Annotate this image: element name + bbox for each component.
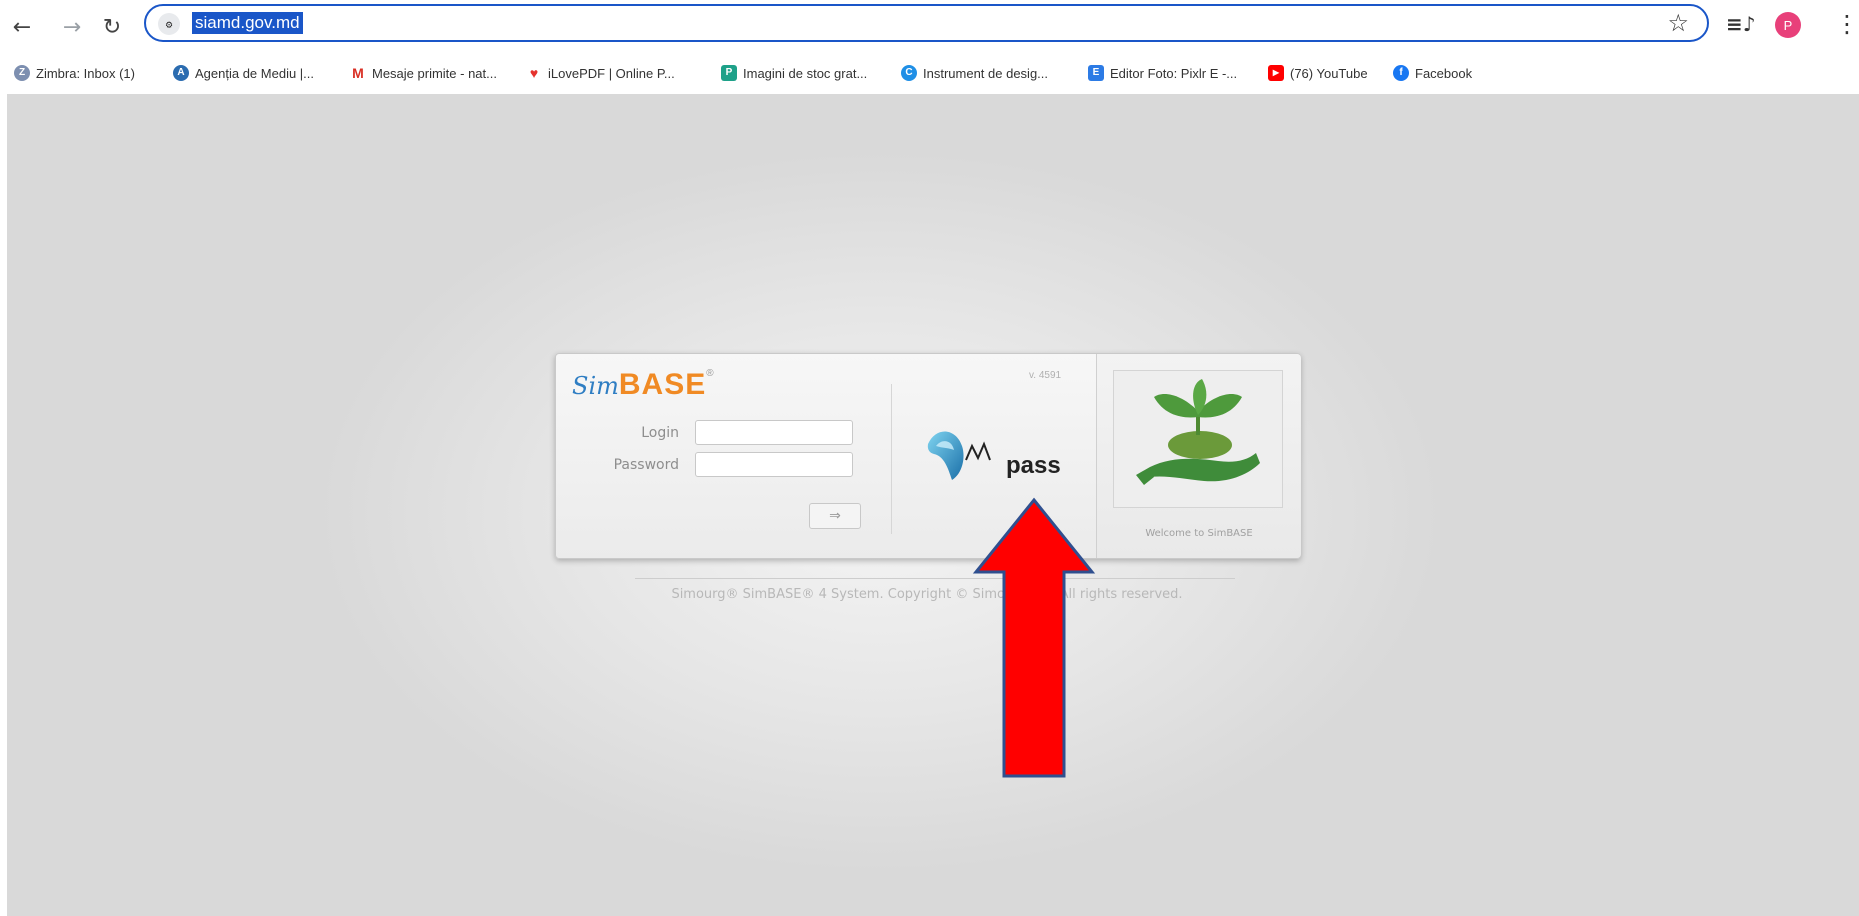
bookmark-agentia[interactable]: A Agenția de Mediu |... (173, 62, 314, 84)
youtube-icon: ▶ (1268, 65, 1284, 81)
password-label: Password (613, 457, 679, 473)
red-arrow-annotation (972, 497, 1096, 778)
bookmark-zimbra[interactable]: Z Zimbra: Inbox (1) (14, 62, 135, 84)
bookmark-gmail[interactable]: M Mesaje primite - nat... (350, 62, 497, 84)
welcome-panel: Welcome to SimBASE (1096, 354, 1301, 558)
login-panel: SimBASE® Login Password ⇒ v. 4591 pass W… (555, 353, 1301, 559)
version-text: v. 4591 (1029, 370, 1062, 381)
logo-sim-text: Sim (572, 372, 619, 400)
media-controls-icon[interactable]: ≡♪ (1726, 12, 1756, 36)
bookmark-label: Imagini de stoc grat... (743, 65, 868, 81)
bookmark-star-icon[interactable]: ☆ (1667, 9, 1689, 37)
site-info-icon[interactable]: ⚙ (158, 13, 180, 35)
stock-images-icon: P (721, 65, 737, 81)
mpass-logo-icon (927, 431, 991, 480)
footer-divider (635, 578, 1235, 579)
pixlr-icon: E (1088, 65, 1104, 81)
address-bar[interactable]: ⚙ siamd.gov.md ☆ (144, 4, 1709, 42)
forward-arrow-icon: → (62, 14, 82, 40)
mpass-label: pass (1006, 452, 1061, 479)
profile-avatar[interactable]: P (1775, 12, 1801, 38)
page-viewport: SimBASE® Login Password ⇒ v. 4591 pass W… (7, 94, 1859, 916)
password-input[interactable] (695, 452, 853, 477)
agentia-icon: A (173, 65, 189, 81)
submit-button[interactable]: ⇒ (809, 503, 861, 529)
forward-button[interactable]: → (56, 11, 88, 43)
bookmark-label: Zimbra: Inbox (1) (36, 65, 135, 81)
ilovepdf-icon: ♥ (526, 65, 542, 81)
welcome-text: Welcome to SimBASE (1145, 528, 1253, 539)
bookmark-canva[interactable]: C Instrument de desig... (901, 62, 1048, 84)
bookmark-label: Agenția de Mediu |... (195, 65, 315, 81)
environment-logo (1113, 370, 1283, 508)
copyright-text: Simourg® SimBASE® 4 System. Copyright © … (671, 587, 1183, 602)
zimbra-icon: Z (14, 65, 30, 81)
bookmark-label: Editor Foto: Pixlr E -... (1110, 65, 1238, 81)
bookmark-stock-images[interactable]: P Imagini de stoc grat... (721, 62, 867, 84)
browser-menu-icon[interactable]: ⋮ (1835, 10, 1859, 38)
login-input[interactable] (695, 420, 853, 445)
bookmark-youtube[interactable]: ▶ (76) YouTube (1268, 62, 1368, 84)
bookmark-ilovepdf[interactable]: ♥ iLovePDF | Online P... (526, 62, 675, 84)
reload-button[interactable]: ↻ (96, 11, 128, 43)
divider (891, 384, 892, 534)
browser-toolbar: ← → ↻ ⚙ siamd.gov.md ☆ ≡♪ P ⋮ (0, 0, 1859, 54)
bookmark-label: iLovePDF | Online P... (548, 65, 675, 81)
gmail-icon: M (350, 65, 366, 81)
logo-base-text: BASE (618, 368, 707, 401)
bookmark-label: Facebook (1415, 65, 1473, 81)
login-label: Login (641, 425, 679, 441)
simbase-logo: SimBASE® (572, 368, 714, 402)
facebook-icon: f (1393, 65, 1409, 81)
back-button[interactable]: ← (6, 11, 38, 43)
logo-reg-mark: ® (706, 368, 714, 379)
reload-icon: ↻ (102, 14, 122, 40)
bookmark-label: Instrument de desig... (923, 65, 1049, 81)
bookmark-pixlr[interactable]: E Editor Foto: Pixlr E -... (1088, 62, 1237, 84)
back-arrow-icon: ← (12, 14, 32, 40)
submit-arrow-icon: ⇒ (829, 508, 841, 524)
bookmark-label: (76) YouTube (1290, 65, 1368, 81)
hand-plant-icon (1136, 379, 1260, 485)
bookmarks-bar: Z Zimbra: Inbox (1) A Agenția de Mediu |… (0, 58, 1859, 88)
mpass-login-button[interactable]: pass (922, 424, 1061, 484)
bookmark-label: Mesaje primite - nat... (372, 65, 497, 81)
bookmark-facebook[interactable]: f Facebook (1393, 62, 1472, 84)
url-text[interactable]: siamd.gov.md (192, 12, 303, 34)
canva-icon: C (901, 65, 917, 81)
